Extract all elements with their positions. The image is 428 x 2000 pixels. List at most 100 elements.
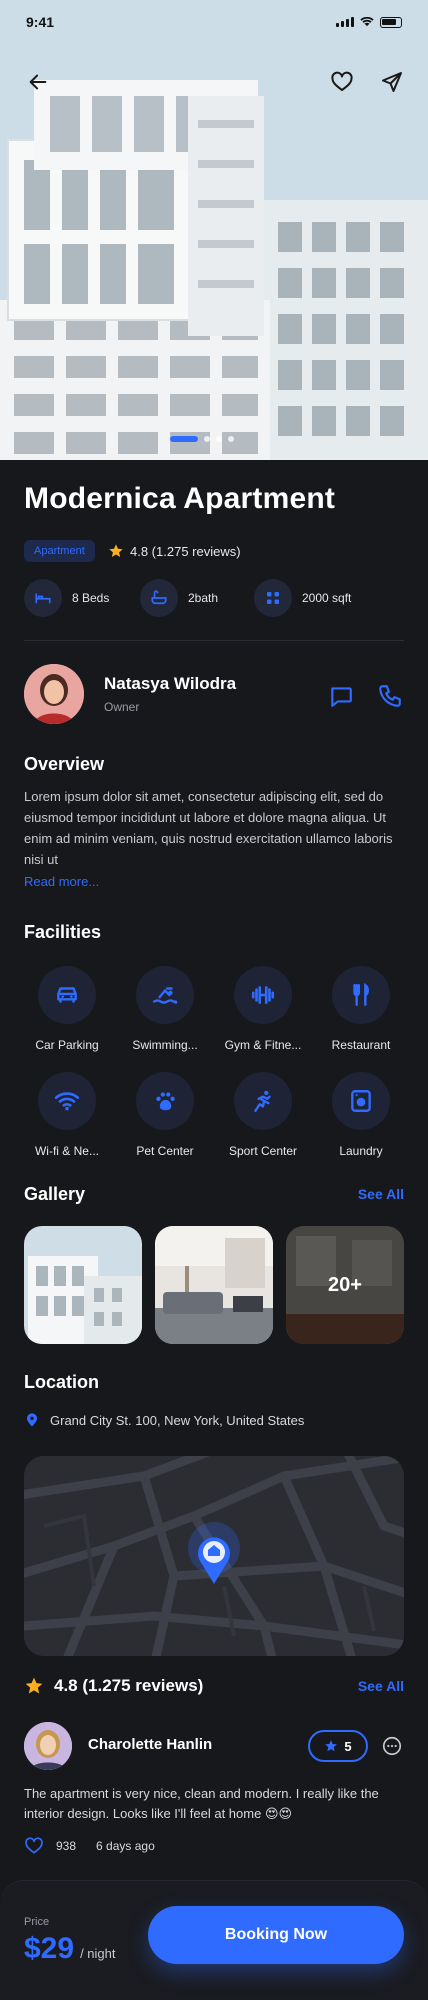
wifi-icon: [38, 1072, 96, 1130]
price-label: Price: [24, 1916, 50, 1928]
reviews-see-all-link[interactable]: See All: [358, 1678, 404, 1694]
location-pin-icon: [27, 1413, 37, 1427]
arrow-left-icon: [29, 74, 47, 90]
divider: [24, 640, 404, 641]
facility-label: Car Parking: [35, 1038, 99, 1052]
facility-laundry[interactable]: Laundry: [312, 1072, 410, 1158]
facility-sport-center[interactable]: Sport Center: [214, 1072, 312, 1158]
hero-image-carousel[interactable]: 9:41: [0, 0, 428, 460]
review-text: The apartment is very nice, clean and mo…: [24, 1786, 379, 1821]
facility-label: Pet Center: [136, 1144, 194, 1158]
facility-label: Restaurant: [331, 1038, 391, 1052]
facility-wifi[interactable]: Wi-fi & Ne...: [18, 1072, 116, 1158]
bed-icon: [24, 579, 62, 617]
facility-label: Gym & Fitne...: [224, 1038, 302, 1052]
share-button[interactable]: [376, 66, 408, 98]
star-icon: [325, 1740, 338, 1752]
gallery-title: Gallery: [24, 1184, 86, 1204]
overview-text: Lorem ipsum dolor sit amet, consectetur …: [24, 789, 393, 867]
review-more-button[interactable]: [380, 1734, 404, 1758]
carousel-dot[interactable]: [170, 436, 198, 442]
status-bar: 9:41: [0, 0, 428, 44]
dumbbell-icon: [234, 966, 292, 1024]
facility-pet-center[interactable]: Pet Center: [116, 1072, 214, 1158]
location-title: Location: [24, 1372, 99, 1392]
facility-label: Sport Center: [228, 1144, 298, 1158]
avatar[interactable]: [24, 664, 84, 724]
location-address: Grand City St. 100, New York, United Sta…: [24, 1412, 304, 1428]
agent-photo: [24, 664, 84, 724]
review-likes: 938: [56, 1839, 77, 1853]
read-more-link[interactable]: Read more...: [24, 874, 99, 889]
property-rating-text: 4.8 (1.275 reviews): [130, 543, 241, 559]
facility-restaurant[interactable]: Restaurant: [312, 966, 410, 1052]
car-icon: [38, 966, 96, 1024]
like-button-heart-icon[interactable]: [24, 1836, 44, 1856]
carousel-dot[interactable]: [228, 436, 234, 442]
reviews-summary: 4.8 (1.275 reviews): [24, 1676, 203, 1696]
star-icon: [109, 544, 123, 557]
review-rating-badge: 5: [308, 1730, 368, 1762]
gallery-photo-living-room: [155, 1226, 273, 1344]
property-title: Modernica Apartment: [24, 482, 336, 515]
area-icon: [254, 579, 292, 617]
pet-icon: [136, 1072, 194, 1130]
status-icons: [336, 16, 402, 28]
spec-bath: 2bath: [140, 578, 218, 618]
spec-bath-label: 2bath: [188, 591, 219, 605]
chat-icon: [331, 687, 352, 707]
facility-label: Swimming...: [132, 1038, 198, 1052]
hero-nav: [0, 66, 428, 102]
carousel-indicator: [170, 436, 234, 442]
bath-icon: [140, 579, 178, 617]
gallery-image-more[interactable]: 20+: [286, 1226, 404, 1344]
gallery-see-all-link[interactable]: See All: [358, 1186, 404, 1202]
facilities-title: Facilities: [24, 922, 102, 942]
send-icon: [382, 72, 402, 92]
more-icon: [382, 1736, 402, 1756]
avatar[interactable]: [24, 1722, 72, 1770]
chat-button[interactable]: [325, 680, 357, 712]
review-time: 6 days ago: [96, 1839, 155, 1853]
wifi-status-icon: [360, 17, 374, 27]
spec-beds: 8 Beds: [24, 578, 109, 618]
facility-gym[interactable]: Gym & Fitne...: [214, 966, 312, 1052]
facility-swimming[interactable]: Swimming...: [116, 966, 214, 1052]
carousel-dot[interactable]: [204, 436, 210, 442]
gallery-more-count: 20+: [328, 1273, 362, 1296]
property-rating: 4.8 (1.275 reviews): [108, 540, 241, 562]
facility-label: Wi-fi & Ne...: [34, 1144, 99, 1158]
heart-icon: [331, 71, 353, 91]
laundry-icon: [332, 1072, 390, 1130]
sport-icon: [234, 1072, 292, 1130]
restaurant-icon: [332, 966, 390, 1024]
facility-car-parking[interactable]: Car Parking: [18, 966, 116, 1052]
phone-icon: [379, 685, 401, 707]
star-icon: [25, 1677, 43, 1694]
status-time: 9:41: [26, 14, 55, 30]
property-type-badge: Apartment: [24, 540, 95, 562]
location-address-text: Grand City St. 100, New York, United Sta…: [50, 1412, 305, 1428]
booking-now-button[interactable]: Booking Now: [148, 1906, 404, 1964]
gallery-image[interactable]: [24, 1226, 142, 1344]
gallery-image[interactable]: [155, 1226, 273, 1344]
favorite-button[interactable]: [326, 66, 358, 98]
facility-label: Laundry: [339, 1144, 383, 1158]
back-button[interactable]: [22, 66, 54, 98]
signal-icon: [336, 17, 354, 27]
price: $29 / night: [24, 1932, 115, 1966]
gallery-photo-exterior: [24, 1226, 142, 1344]
swimming-icon: [136, 966, 194, 1024]
spec-beds-label: 8 Beds: [72, 591, 110, 605]
price-value: $29: [24, 1932, 75, 1965]
reviews-summary-text: 4.8 (1.275 reviews): [54, 1676, 204, 1695]
agent-name: Natasya Wilodra: [104, 674, 237, 693]
call-button[interactable]: [374, 680, 406, 712]
battery-icon: [380, 16, 402, 28]
review-rating-value: 5: [344, 1738, 352, 1754]
location-map[interactable]: [24, 1456, 404, 1656]
agent-role: Owner: [104, 700, 140, 714]
spec-area: 2000 sqft: [254, 578, 351, 618]
carousel-dot[interactable]: [216, 436, 222, 442]
overview-title: Overview: [24, 754, 105, 774]
